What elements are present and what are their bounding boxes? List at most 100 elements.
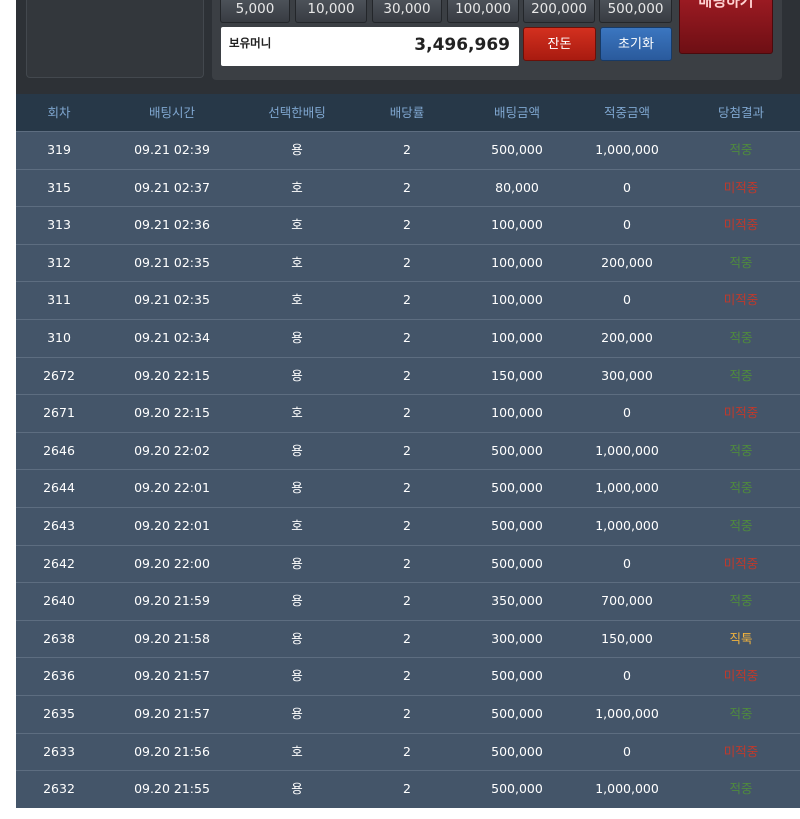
chip-30000-button[interactable]: 30,000 bbox=[372, 0, 442, 23]
cell-result: 미적중 bbox=[723, 743, 759, 759]
cell-time: 09.20 22:15 bbox=[134, 405, 210, 421]
cell-bet-amount: 500,000 bbox=[491, 743, 543, 759]
cell-time: 09.21 02:34 bbox=[134, 329, 210, 345]
cell-choice: 용 bbox=[291, 142, 303, 157]
cell-odds: 2 bbox=[403, 480, 411, 496]
cell-time: 09.20 22:01 bbox=[134, 517, 210, 533]
cell-round: 319 bbox=[47, 142, 71, 157]
cell-odds: 2 bbox=[403, 179, 411, 195]
table-row: 311 09.21 02:35 호 2 100,000 0 미적중 bbox=[16, 281, 800, 319]
cell-time: 09.21 02:36 bbox=[134, 217, 210, 233]
cell-choice: 용 bbox=[291, 593, 303, 609]
cell-bet-amount: 500,000 bbox=[491, 705, 543, 721]
header-odds: 배당률 bbox=[389, 105, 425, 120]
cell-result: 적중 bbox=[729, 517, 753, 533]
cell-time: 09.20 21:56 bbox=[134, 743, 210, 759]
cell-result: 적중 bbox=[729, 593, 753, 609]
header-won-amount: 적중금액 bbox=[603, 105, 650, 120]
cell-choice: 호 bbox=[291, 743, 303, 759]
cell-won-amount: 1,000,000 bbox=[595, 142, 659, 157]
cell-won-amount: 0 bbox=[623, 292, 631, 308]
cell-time: 09.20 22:15 bbox=[134, 367, 210, 383]
cell-result: 미적중 bbox=[723, 668, 759, 684]
table-row: 2646 09.20 22:02 용 2 500,000 1,000,000 적중 bbox=[16, 431, 800, 470]
header-choice: 선택한배팅 bbox=[268, 105, 326, 120]
cell-won-amount: 0 bbox=[623, 405, 631, 421]
cell-won-amount: 700,000 bbox=[601, 593, 653, 609]
cell-time: 09.20 21:55 bbox=[134, 781, 210, 797]
cell-choice: 호 bbox=[291, 217, 303, 233]
table-row: 315 09.21 02:37 호 2 80,000 0 미적중 bbox=[16, 168, 800, 207]
cell-result: 적중 bbox=[729, 329, 753, 345]
money-label: 보유머니 bbox=[229, 36, 272, 50]
cell-choice: 호 bbox=[291, 254, 303, 270]
cell-time: 09.20 22:01 bbox=[134, 480, 210, 496]
cell-bet-amount: 350,000 bbox=[491, 593, 543, 609]
cell-result: 미적중 bbox=[723, 179, 759, 195]
chip-500000-button[interactable]: 500,000 bbox=[599, 0, 672, 23]
cell-odds: 2 bbox=[403, 781, 411, 797]
change-button[interactable]: 잔돈 bbox=[523, 27, 596, 61]
cell-time: 09.21 02:39 bbox=[134, 142, 210, 157]
cell-bet-amount: 500,000 bbox=[491, 781, 543, 797]
cell-round: 311 bbox=[47, 292, 71, 308]
cell-bet-amount: 100,000 bbox=[491, 292, 543, 308]
cell-won-amount: 1,000,000 bbox=[595, 442, 659, 458]
cell-odds: 2 bbox=[403, 705, 411, 721]
cell-bet-amount: 100,000 bbox=[491, 254, 543, 270]
cell-round: 2632 bbox=[43, 781, 75, 797]
table-row: 2642 09.20 22:00 용 2 500,000 0 미적중 bbox=[16, 544, 800, 583]
cell-result: 적중 bbox=[729, 442, 753, 458]
chip-100000-button[interactable]: 100,000 bbox=[447, 0, 519, 23]
cell-time: 09.20 21:59 bbox=[134, 593, 210, 609]
header-bet-amount: 배팅금액 bbox=[493, 105, 540, 120]
place-bet-button[interactable]: 배팅하기 bbox=[679, 0, 773, 54]
table-row: 313 09.21 02:36 호 2 100,000 0 미적중 bbox=[16, 206, 800, 244]
cell-odds: 2 bbox=[403, 367, 411, 383]
cell-bet-amount: 150,000 bbox=[491, 367, 543, 383]
cell-round: 312 bbox=[47, 254, 71, 270]
cell-bet-amount: 500,000 bbox=[491, 517, 543, 533]
cell-result: 적중 bbox=[729, 480, 753, 496]
cell-odds: 2 bbox=[403, 405, 411, 421]
chip-10000-button[interactable]: 10,000 bbox=[295, 0, 367, 23]
game-preview-area bbox=[26, 0, 204, 78]
cell-odds: 2 bbox=[403, 329, 411, 345]
cell-choice: 용 bbox=[291, 668, 303, 684]
chip-5000-button[interactable]: 5,000 bbox=[220, 0, 290, 23]
cell-odds: 2 bbox=[403, 668, 411, 684]
cell-bet-amount: 500,000 bbox=[491, 480, 543, 496]
cell-time: 09.21 02:35 bbox=[134, 292, 210, 308]
cell-round: 2633 bbox=[43, 743, 75, 759]
cell-choice: 호 bbox=[291, 405, 303, 421]
cell-choice: 용 bbox=[291, 367, 303, 383]
cell-round: 2635 bbox=[43, 705, 75, 721]
cell-choice: 용 bbox=[291, 705, 303, 721]
cell-odds: 2 bbox=[403, 142, 411, 157]
cell-result: 미적중 bbox=[723, 217, 759, 233]
table-row: 2635 09.20 21:57 용 2 500,000 1,000,000 적중 bbox=[16, 694, 800, 733]
cell-round: 315 bbox=[47, 179, 71, 195]
chip-200000-button[interactable]: 200,000 bbox=[523, 0, 595, 23]
table-row: 319 09.21 02:39 용 2 500,000 1,000,000 적중 bbox=[16, 131, 800, 169]
cell-result: 미적중 bbox=[723, 292, 759, 308]
cell-won-amount: 1,000,000 bbox=[595, 705, 659, 721]
cell-odds: 2 bbox=[403, 217, 411, 233]
cell-round: 2636 bbox=[43, 668, 75, 684]
cell-won-amount: 200,000 bbox=[601, 254, 653, 270]
header-round: 회차 bbox=[47, 105, 71, 120]
cell-result: 적중 bbox=[729, 142, 753, 157]
cell-result: 적중 bbox=[729, 254, 753, 270]
reset-button[interactable]: 초기화 bbox=[600, 27, 672, 61]
bet-history-table: 회차 배팅시간 선택한배팅 배당률 배팅금액 적중금액 당첨결과 319 09.2… bbox=[16, 94, 800, 808]
cell-round: 2643 bbox=[43, 517, 75, 533]
cell-result: 직툭 bbox=[729, 630, 753, 646]
money-display: 보유머니 3,496,969 bbox=[221, 27, 519, 66]
cell-bet-amount: 100,000 bbox=[491, 405, 543, 421]
cell-won-amount: 0 bbox=[623, 668, 631, 684]
cell-won-amount: 200,000 bbox=[601, 329, 653, 345]
header-time: 배팅시간 bbox=[148, 105, 195, 120]
cell-time: 09.21 02:37 bbox=[134, 179, 210, 195]
table-row: 2638 09.20 21:58 용 2 300,000 150,000 직툭 bbox=[16, 619, 800, 658]
table-row: 310 09.21 02:34 용 2 100,000 200,000 적중 bbox=[16, 318, 800, 357]
